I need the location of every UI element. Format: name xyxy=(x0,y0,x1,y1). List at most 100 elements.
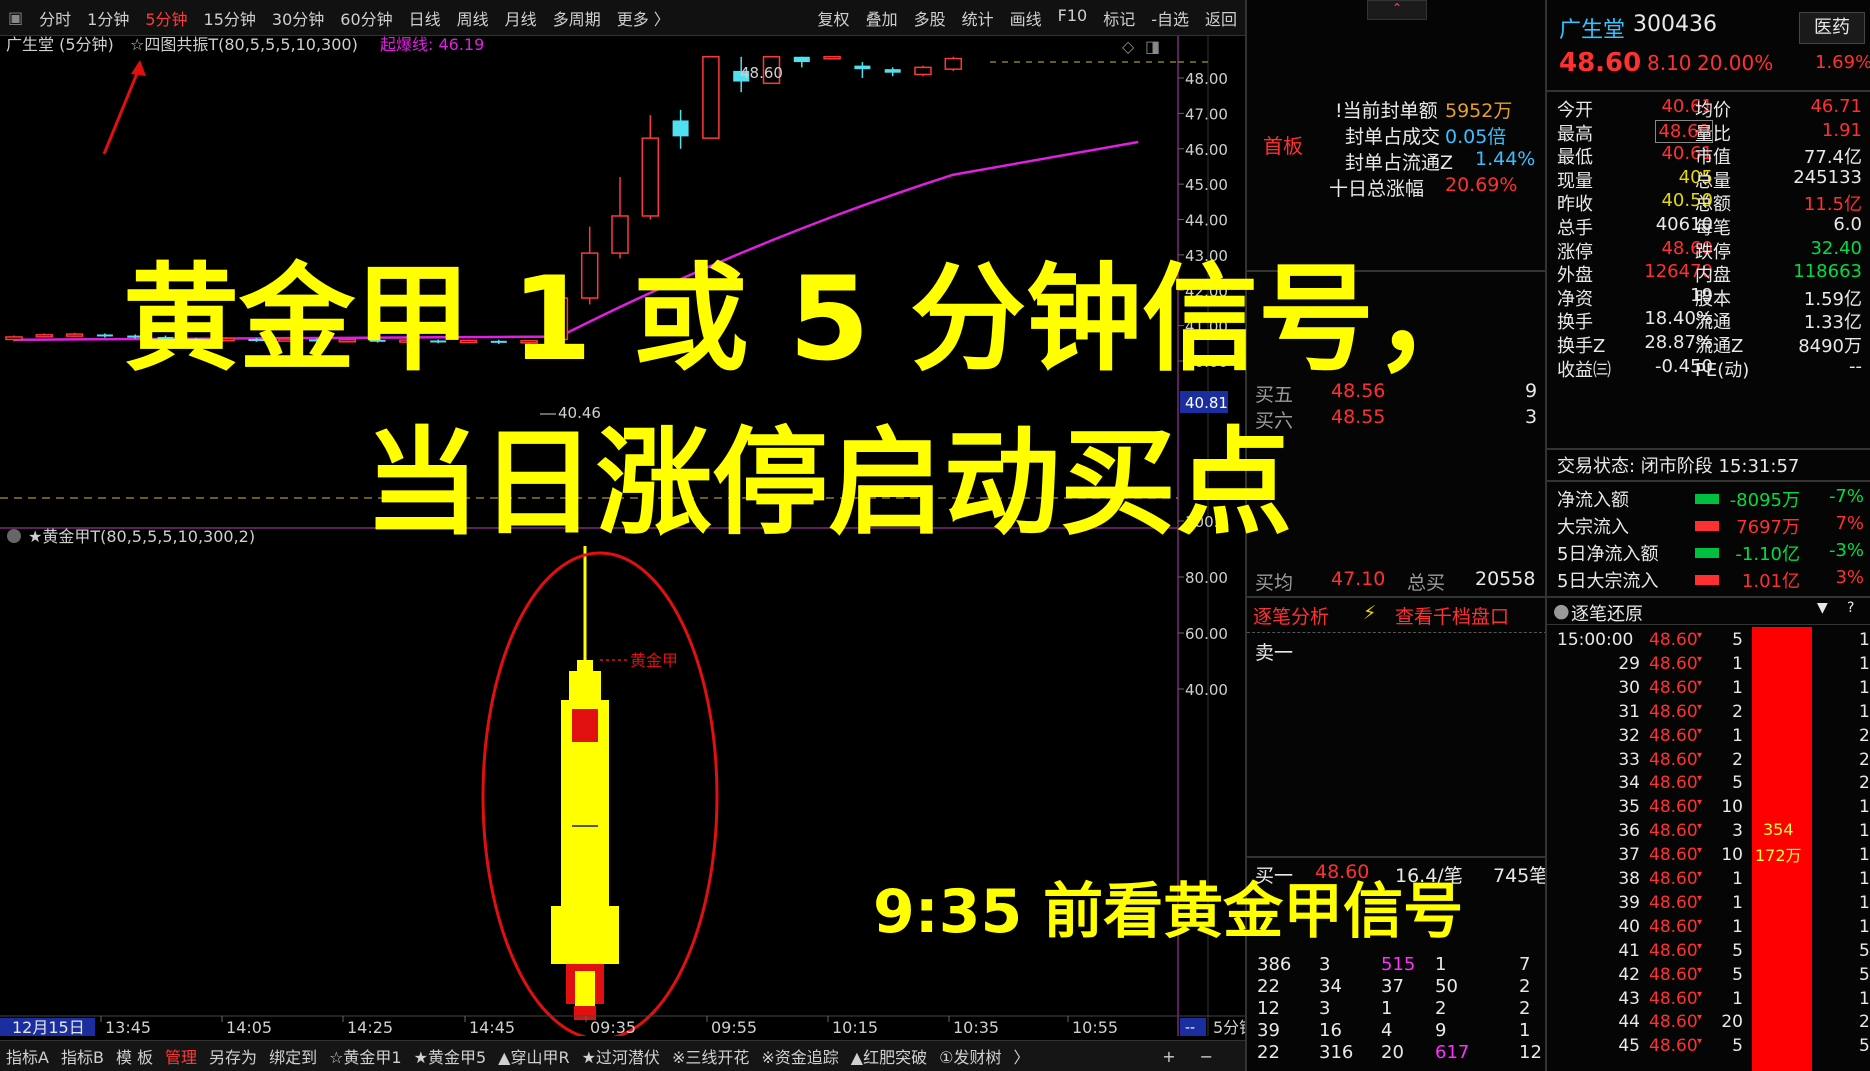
period-tab[interactable]: 15分钟 xyxy=(196,6,264,30)
price-axis-tick: 47.00 xyxy=(1185,105,1228,123)
queue-row: 22 316 20 617 12 xyxy=(1257,1042,1542,1063)
period-tab[interactable]: 30分钟 xyxy=(264,6,332,30)
time-axis-tick: 13:45 xyxy=(105,1018,151,1036)
trigger-line-value: 起爆线: 46.19 xyxy=(380,36,484,54)
price-axis-tick: 44.00 xyxy=(1185,212,1228,230)
tool-button[interactable]: -自选 xyxy=(1143,6,1197,30)
help-icon[interactable]: ? xyxy=(1847,600,1854,616)
ten-day-label: 十日总涨幅 xyxy=(1329,178,1425,200)
golden-armor-label: 黄金甲 xyxy=(630,651,678,670)
tool-button[interactable]: F10 xyxy=(1050,6,1096,30)
down-tick-icon: ▾ xyxy=(1697,845,1703,857)
tick-row: 15:00:00 48.60 ▾ 5 1 xyxy=(1557,630,1870,650)
indicator-template-tab[interactable]: ★黄金甲5 xyxy=(408,1044,493,1068)
period-tab[interactable]: 60分钟 xyxy=(332,6,400,30)
time-axis-tick: 14:25 xyxy=(347,1018,393,1036)
overlay-subtitle: 9:35 前看黄金甲信号 xyxy=(873,877,1464,947)
seal-amount-label: !当前封单额 xyxy=(1335,100,1438,122)
sector-button[interactable]: 医药 xyxy=(1799,12,1865,44)
tool-button[interactable]: 统计 xyxy=(954,6,1002,30)
indicator-template-tab[interactable]: ①发财树 xyxy=(933,1044,1007,1068)
indicator-template-tab[interactable]: 模 板 xyxy=(110,1044,159,1068)
indicator-template-tab[interactable]: 管理 xyxy=(159,1044,203,1068)
period-tab[interactable]: 日线 xyxy=(401,6,449,30)
tick-row: 33 48.60 ▾ 2 2 xyxy=(1618,749,1870,770)
candle xyxy=(914,65,932,77)
window-icon[interactable]: ◨ xyxy=(1145,37,1160,56)
indicator-template-tab[interactable]: ▲红肥突破 xyxy=(845,1044,933,1068)
tool-buttons: 复权 叠加 多股 统计 画线 F10 标记 -自选 返回 xyxy=(810,6,1245,30)
indicator-template-tab[interactable]: ☆黄金甲1 xyxy=(323,1044,408,1068)
period-tab[interactable]: 多周期 xyxy=(545,6,609,30)
period-tab[interactable]: 5分钟 xyxy=(137,6,195,30)
tick-row: 38 48.60 ▾ 1 1 xyxy=(1618,869,1870,889)
indicator1-label: ☆四图共振T(80,5,5,5,10,300) xyxy=(130,36,358,54)
seal-trade-label: 封单占成交 xyxy=(1345,126,1441,148)
tick-row: 42 48.60 ▾ 5 5 xyxy=(1618,964,1870,985)
sector-change-pct: 1.69% xyxy=(1815,52,1870,73)
tab-thousand-levels[interactable]: 查看千档盘口 xyxy=(1395,602,1509,629)
fund-flow-row: 大宗流入 7697万 7% xyxy=(1557,513,1864,538)
indicator-template-tab[interactable]: ※资金追踪 xyxy=(755,1044,844,1068)
stock-period-label: 广生堂 (5分钟) xyxy=(6,36,114,54)
period-tab[interactable]: 分时 xyxy=(31,6,79,30)
stat-row: 收益㈢ -0.450 PE(动) -- xyxy=(1557,355,1862,381)
down-tick-icon: ▾ xyxy=(1697,749,1703,761)
tool-button[interactable]: 叠加 xyxy=(858,6,906,30)
avg-buy-row: 买均 47.10 总买 20558 xyxy=(1255,568,1536,594)
period-tab[interactable]: 月线 xyxy=(497,6,545,30)
time-axis-tick: 10:15 xyxy=(832,1018,878,1036)
tick-row: 3548.60▾1010 xyxy=(1618,797,1870,818)
down-tick-icon: ▾ xyxy=(1697,821,1703,833)
indicator-template-tab[interactable]: 绑定到 xyxy=(263,1044,323,1068)
ten-day-gain: 20.69% xyxy=(1445,174,1518,196)
zoom-in-button[interactable]: + xyxy=(1150,1047,1187,1066)
indicator-template-tab[interactable]: 〉 xyxy=(1007,1044,1035,1068)
down-tick-icon: ▾ xyxy=(1697,892,1703,904)
tick-row: 3748.60▾1010 xyxy=(1618,845,1870,866)
indicator-axis-tick: 40.00 xyxy=(1185,681,1228,699)
tool-button[interactable]: 返回 xyxy=(1197,6,1245,30)
candle xyxy=(702,56,720,139)
fund-flow-row: 5日大宗流入 1.01亿 3% xyxy=(1557,567,1864,592)
indicator-template-tab[interactable]: ▲穿山甲R xyxy=(492,1044,575,1068)
down-tick-icon: ▾ xyxy=(1697,653,1703,665)
tick-row: 41 48.60 ▾ 5 5 xyxy=(1618,940,1870,961)
filter-icon[interactable]: ▼ xyxy=(1817,600,1828,616)
period-tab[interactable]: 更多 〉 xyxy=(609,6,678,30)
ticks-toggle-icon[interactable]: ● xyxy=(1553,600,1570,622)
tool-button[interactable]: 画线 xyxy=(1002,6,1050,30)
indicator-template-tab[interactable]: 指标A xyxy=(0,1044,55,1068)
zoom-out-button[interactable]: − xyxy=(1188,1047,1225,1066)
indicator-axis-tick: 80.00 xyxy=(1185,569,1228,587)
time-axis-tick: 10:55 xyxy=(1072,1018,1118,1036)
price-axis-tick: 45.00 xyxy=(1185,176,1228,194)
down-tick-icon: ▾ xyxy=(1697,1036,1703,1048)
time-axis-tick: 12月15日 xyxy=(12,1018,85,1036)
price-axis-tick: 46.00 xyxy=(1185,141,1228,159)
indicator-template-tab[interactable]: 另存为 xyxy=(203,1044,263,1068)
diamond-icon[interactable]: ◇ xyxy=(1122,37,1135,56)
overlay-title-line1: 黄金甲 1 或 5 分钟信号， xyxy=(123,252,1490,387)
time-axis-tick: 10:35 xyxy=(953,1018,999,1036)
indicator-template-tab[interactable]: 指标B xyxy=(55,1044,110,1068)
layout-icon[interactable]: ▣ xyxy=(0,8,31,27)
down-tick-icon: ▾ xyxy=(1697,1012,1703,1024)
down-tick-icon: ▾ xyxy=(1697,701,1703,713)
tool-button[interactable]: 标记 xyxy=(1095,6,1143,30)
down-tick-icon: ▾ xyxy=(1697,630,1703,641)
price-axis-tick: 48.00 xyxy=(1185,70,1228,88)
period-tab[interactable]: 1分钟 xyxy=(79,6,137,30)
svg-text:--: -- xyxy=(1185,1020,1195,1036)
collapse-button[interactable]: ⌃ xyxy=(1367,0,1427,20)
period-tab[interactable]: 周线 xyxy=(449,6,497,30)
indicator-template-tab[interactable]: ★过河潜伏 xyxy=(576,1044,666,1068)
price-change: 8.10 xyxy=(1647,51,1692,75)
period-toolbar: ▣ 分时 1分钟 5分钟 15分钟 30分钟 60分钟 日线 周线 月线 多周期 更多 〉 复权 叠加… xyxy=(0,0,1245,36)
down-tick-icon: ▾ xyxy=(1697,916,1703,928)
ask1-label: 卖一 xyxy=(1255,642,1294,664)
tab-tick-analysis[interactable]: 逐笔分析 xyxy=(1253,602,1329,629)
tool-button[interactable]: 复权 xyxy=(810,6,858,30)
indicator-template-tab[interactable]: ※三线开花 xyxy=(666,1044,755,1068)
tool-button[interactable]: 多股 xyxy=(906,6,954,30)
